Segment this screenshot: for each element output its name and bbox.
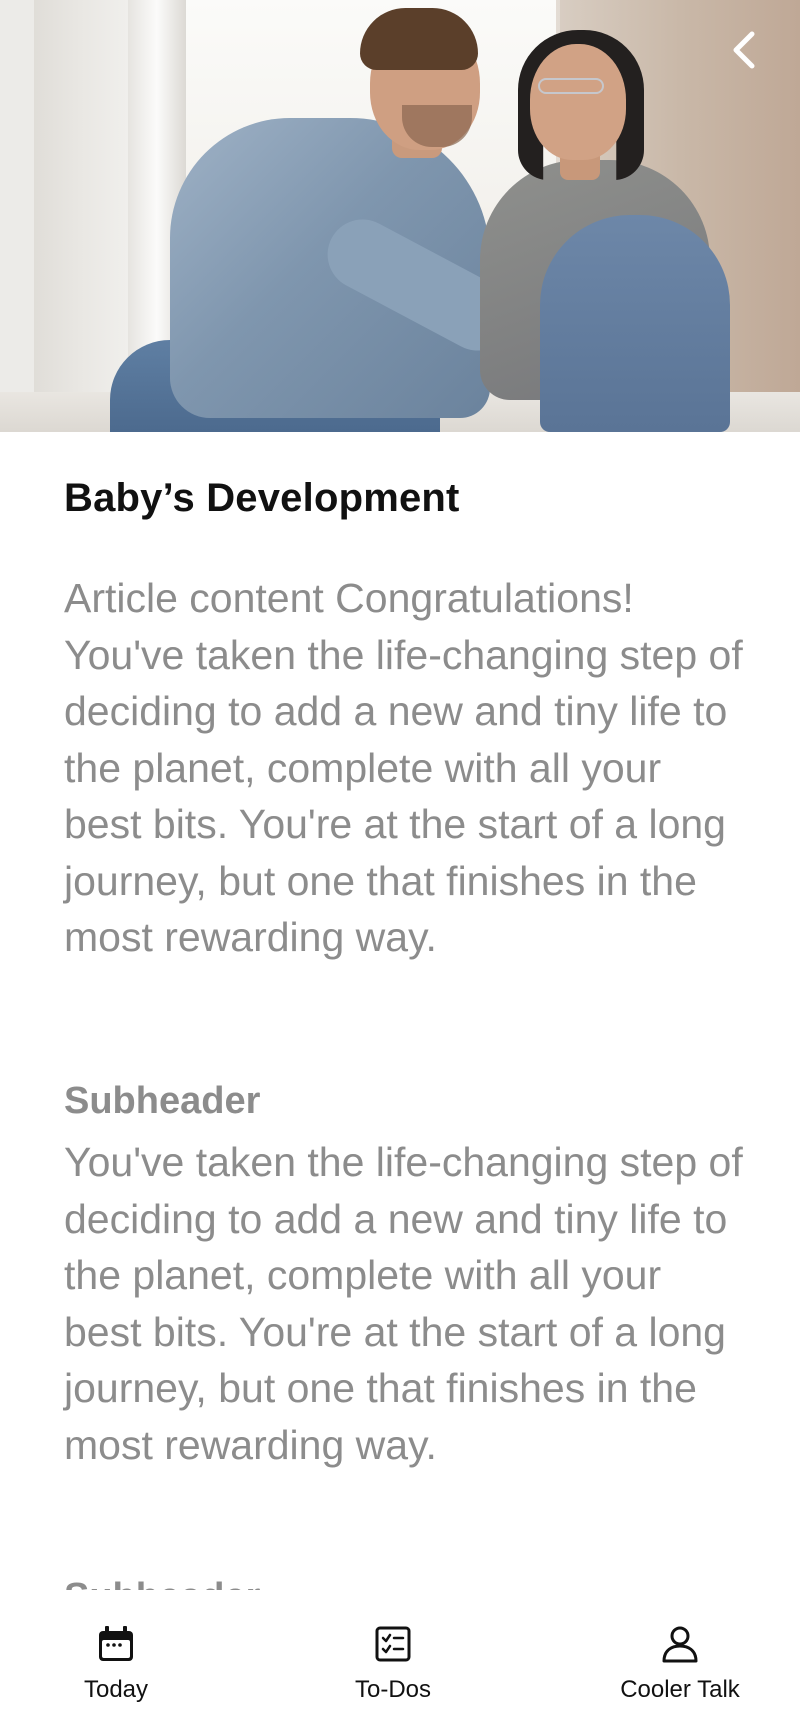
article-subheader: Subheader bbox=[64, 1080, 261, 1122]
hero-woman-head bbox=[530, 44, 626, 160]
checklist-icon bbox=[373, 1624, 413, 1664]
bottom-nav: Today To-Dos Cooler Talk bbox=[0, 1590, 800, 1732]
hero-man-hair bbox=[360, 8, 478, 70]
nav-item-todos[interactable]: To-Dos bbox=[348, 1624, 438, 1704]
hero-image bbox=[0, 0, 800, 432]
nav-label: To-Dos bbox=[354, 1676, 432, 1703]
nav-item-today[interactable]: Today bbox=[80, 1624, 152, 1704]
chevron-left-icon bbox=[733, 31, 755, 69]
back-button[interactable] bbox=[722, 24, 766, 76]
nav-item-cooler-talk[interactable]: Cooler Talk bbox=[610, 1624, 750, 1704]
article-title: Baby’s Development bbox=[64, 476, 460, 520]
hero-woman-jeans bbox=[540, 215, 730, 432]
person-icon bbox=[660, 1624, 700, 1664]
article-paragraph: You've taken the life-changing step of d… bbox=[64, 1139, 755, 1468]
nav-label: Cooler Talk bbox=[620, 1676, 740, 1703]
article-content: Baby’s Development Article content Congr… bbox=[0, 432, 800, 1602]
calendar-icon bbox=[96, 1624, 136, 1664]
hero-window-frame bbox=[0, 0, 34, 432]
hero-woman-glasses bbox=[538, 78, 604, 94]
nav-label: Today bbox=[83, 1676, 149, 1703]
article-paragraph: Article content Congratulations! You've … bbox=[64, 575, 755, 960]
